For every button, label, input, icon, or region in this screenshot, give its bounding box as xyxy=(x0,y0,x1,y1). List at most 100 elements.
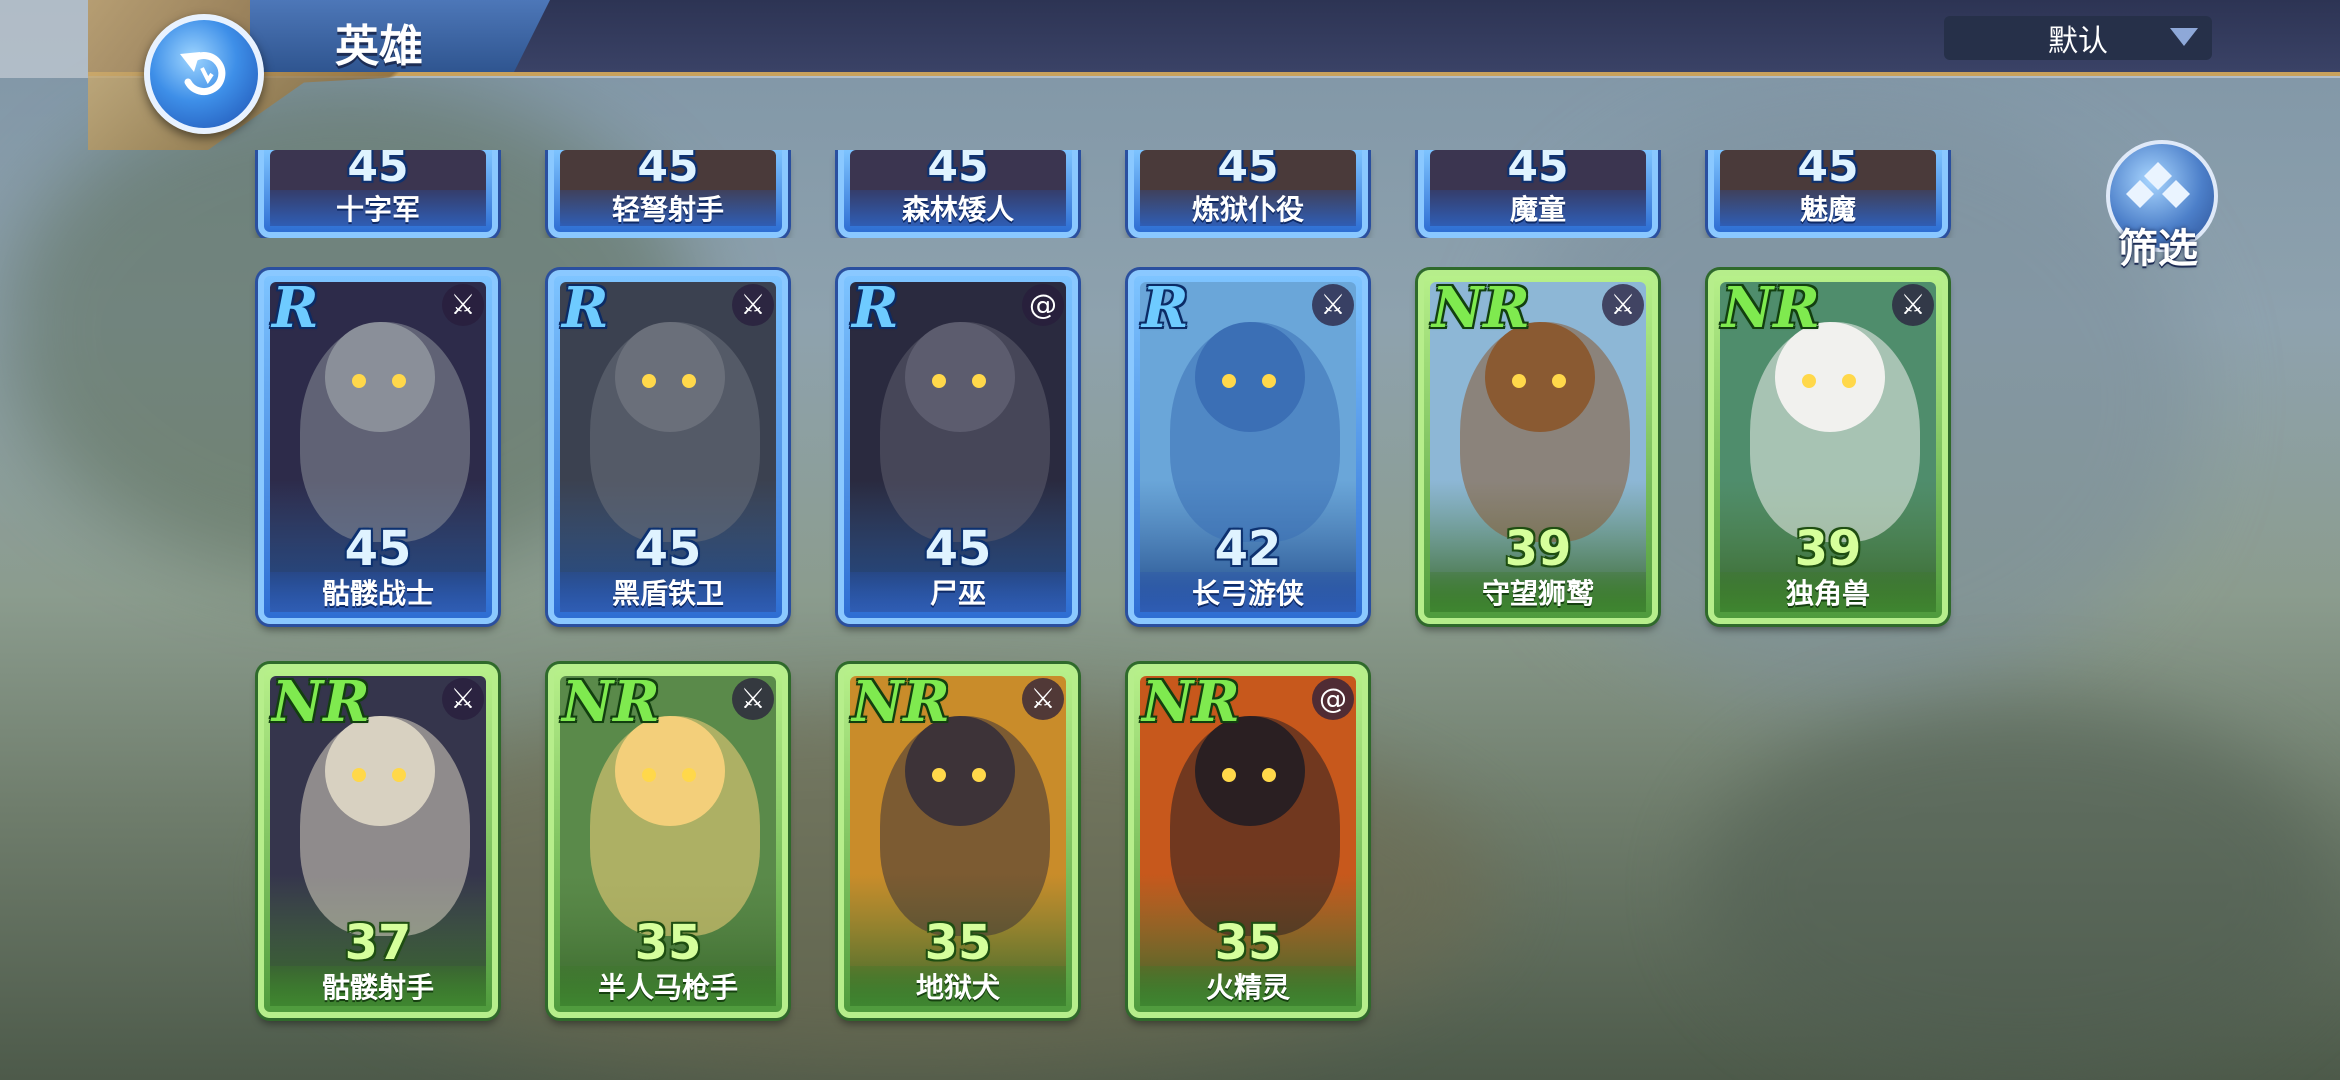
hero-name: 魔童 xyxy=(1430,190,1646,226)
hero-eye xyxy=(642,374,656,388)
hero-eye xyxy=(352,374,366,388)
rarity-badge: NR xyxy=(272,669,370,735)
hero-level: 45 xyxy=(1507,150,1569,192)
hero-card[interactable]: NR ⚔ 37 骷髅射手 xyxy=(258,664,498,1018)
hero-eye xyxy=(682,374,696,388)
hero-head xyxy=(615,322,725,432)
hero-level: 42 xyxy=(1214,521,1282,577)
hero-level: 39 xyxy=(1504,521,1572,577)
hero-level: 45 xyxy=(347,150,409,192)
rarity-badge: NR xyxy=(1432,275,1530,341)
hero-eye xyxy=(1552,374,1566,388)
hero-eye xyxy=(352,768,366,782)
rarity-badge: R xyxy=(852,275,899,341)
hero-level: 45 xyxy=(924,521,992,577)
hero-eye xyxy=(1842,374,1856,388)
hero-eye xyxy=(1222,768,1236,782)
crossed-swords-icon: ⚔ xyxy=(1602,284,1644,326)
hero-level: 45 xyxy=(344,521,412,577)
hero-card[interactable]: 45 十字军 xyxy=(258,150,498,238)
crossed-swords-icon: ⚔ xyxy=(1022,678,1064,720)
rarity-badge: NR xyxy=(852,669,950,735)
rarity-badge: NR xyxy=(562,669,660,735)
rarity-badge: NR xyxy=(1722,275,1820,341)
hero-name: 守望狮鹫 xyxy=(1430,572,1646,612)
hero-card[interactable]: R ⚔ 45 黑盾铁卫 xyxy=(548,270,788,624)
hero-card[interactable]: NR ⚔ 39 守望狮鹫 xyxy=(1418,270,1658,624)
hero-name: 长弓游侠 xyxy=(1140,572,1356,612)
hero-head xyxy=(905,322,1015,432)
hero-name: 炼狱仆役 xyxy=(1140,190,1356,226)
hero-level: 45 xyxy=(927,150,989,192)
filter-label: 筛选 xyxy=(2118,226,2198,272)
sort-value: 默认 xyxy=(2048,24,2108,59)
hero-card[interactable]: R ⚔ 45 骷髅战士 xyxy=(258,270,498,624)
hero-card[interactable]: NR @35 火精灵 xyxy=(1128,664,1368,1018)
hero-name: 骷髅射手 xyxy=(270,966,486,1006)
hero-name: 黑盾铁卫 xyxy=(560,572,776,612)
hero-eye xyxy=(1222,374,1236,388)
hero-name: 十字军 xyxy=(270,190,486,226)
page-title: 英雄 xyxy=(335,21,423,72)
hero-card[interactable]: 45 森林矮人 xyxy=(838,150,1078,238)
background-scenery xyxy=(1700,700,2340,1080)
crossed-swords-icon: ⚔ xyxy=(1312,284,1354,326)
hero-card[interactable]: NR ⚔ 35 地狱犬 xyxy=(838,664,1078,1018)
hero-eye xyxy=(972,768,986,782)
hero-level: 35 xyxy=(1214,915,1282,971)
hero-eye xyxy=(392,374,406,388)
hero-eye xyxy=(932,374,946,388)
chevron-down-icon xyxy=(2170,28,2198,46)
hero-eye xyxy=(682,768,696,782)
hero-name: 尸巫 xyxy=(850,572,1066,612)
hero-level: 35 xyxy=(924,915,992,971)
hero-card[interactable]: NR ⚔ 39 独角兽 xyxy=(1708,270,1948,624)
hero-name: 骷髅战士 xyxy=(270,572,486,612)
hero-level: 39 xyxy=(1794,521,1862,577)
rarity-badge: NR xyxy=(1142,669,1240,735)
filter-button[interactable]: 筛选 xyxy=(2104,140,2218,272)
back-arrow-icon xyxy=(180,52,226,95)
hero-name: 地狱犬 xyxy=(850,966,1066,1006)
hero-card[interactable]: 45 轻弩射手 xyxy=(548,150,788,238)
hero-eye xyxy=(932,768,946,782)
hero-card[interactable]: NR ⚔ 35 半人马枪手 xyxy=(548,664,788,1018)
sort-dropdown[interactable]: 默认 xyxy=(1944,16,2212,60)
hero-name: 魅魔 xyxy=(1720,190,1936,226)
crossed-swords-icon: ⚔ xyxy=(442,284,484,326)
magic-swirl-icon: @ xyxy=(1312,678,1354,720)
crossed-swords-icon: ⚔ xyxy=(442,678,484,720)
hero-eye xyxy=(1512,374,1526,388)
rarity-badge: R xyxy=(272,275,319,341)
hero-eye xyxy=(1262,374,1276,388)
crossed-swords-icon: ⚔ xyxy=(1892,284,1934,326)
hero-card[interactable]: 45 炼狱仆役 xyxy=(1128,150,1368,238)
back-button[interactable] xyxy=(144,14,264,134)
magic-swirl-icon: @ xyxy=(1022,284,1064,326)
hero-eye xyxy=(642,768,656,782)
crossed-swords-icon: ⚔ xyxy=(732,284,774,326)
hero-card[interactable]: R @45 尸巫 xyxy=(838,270,1078,624)
hero-level: 45 xyxy=(1217,150,1279,192)
hero-head xyxy=(325,322,435,432)
hero-name: 火精灵 xyxy=(1140,966,1356,1006)
hero-eye xyxy=(972,374,986,388)
hero-eye xyxy=(1802,374,1816,388)
rarity-badge: R xyxy=(562,275,609,341)
hero-card[interactable]: 45 魔童 xyxy=(1418,150,1658,238)
hero-head xyxy=(1195,322,1305,432)
hero-card[interactable]: R ⚔ 42 长弓游侠 xyxy=(1128,270,1368,624)
hero-eye xyxy=(392,768,406,782)
hero-name: 轻弩射手 xyxy=(560,190,776,226)
hero-card[interactable]: 45 魅魔 xyxy=(1708,150,1948,238)
hero-eye xyxy=(1262,768,1276,782)
hero-level: 45 xyxy=(1797,150,1859,192)
crossed-swords-icon: ⚔ xyxy=(732,678,774,720)
hero-name: 森林矮人 xyxy=(850,190,1066,226)
rarity-badge: R xyxy=(1142,275,1189,341)
hero-level: 35 xyxy=(634,915,702,971)
hero-name: 半人马枪手 xyxy=(560,966,776,1006)
hero-level: 45 xyxy=(637,150,699,192)
hero-name: 独角兽 xyxy=(1720,572,1936,612)
hero-level: 45 xyxy=(634,521,702,577)
